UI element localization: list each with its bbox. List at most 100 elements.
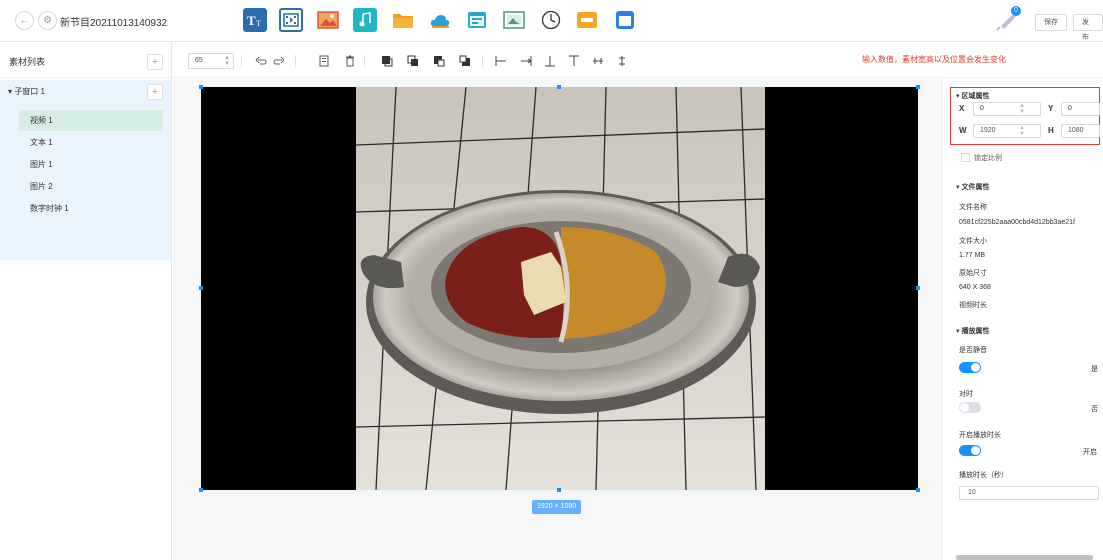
list-item[interactable]: 文本 1 bbox=[24, 132, 162, 153]
add-video-tool[interactable] bbox=[279, 8, 303, 32]
align-top-button[interactable] bbox=[566, 53, 582, 69]
clock-icon bbox=[541, 10, 561, 30]
add-audio-tool[interactable] bbox=[353, 8, 377, 32]
material-list-panel: 素材列表 + ▾ 子窗口 1 + 视频 1 文本 1 图片 1 图片 2 数字时… bbox=[0, 42, 172, 560]
align-center-v-button[interactable] bbox=[590, 53, 606, 69]
spinner-icon[interactable]: ▲ ▼ bbox=[1019, 125, 1025, 137]
layer-back-icon bbox=[459, 55, 470, 66]
resize-handle[interactable] bbox=[916, 85, 920, 89]
cloud-icon bbox=[430, 15, 450, 28]
notification-badge: 0 bbox=[1011, 6, 1021, 16]
undo-button[interactable] bbox=[253, 53, 269, 69]
gallery-icon bbox=[503, 11, 525, 29]
add-weather-tool[interactable] bbox=[428, 8, 452, 32]
add-to-window-button[interactable]: + bbox=[147, 84, 163, 100]
settings-button[interactable]: ⚙ bbox=[38, 11, 57, 30]
video-preview[interactable] bbox=[355, 86, 766, 491]
program-title: 新节目20211013140932 bbox=[60, 18, 168, 29]
svg-text:T: T bbox=[247, 13, 256, 27]
add-webpage-tool[interactable] bbox=[465, 8, 489, 32]
w-input[interactable]: 1920 bbox=[973, 124, 1041, 138]
lock-ratio-checkbox[interactable] bbox=[961, 153, 970, 162]
duration-value: 10 bbox=[968, 489, 976, 496]
marquee-icon bbox=[577, 12, 597, 28]
window-node[interactable]: ▾ 子窗口 1 bbox=[8, 86, 45, 97]
trash-icon bbox=[346, 55, 354, 67]
list-item[interactable]: 图片 1 bbox=[24, 154, 162, 175]
mute-toggle[interactable] bbox=[959, 362, 981, 373]
file-name-value: 0581cf225b2aaa00cbd4d12bb3ae21f bbox=[959, 219, 1076, 226]
x-value: 0 bbox=[980, 105, 984, 112]
add-marquee-tool[interactable] bbox=[575, 8, 599, 32]
material-list-title: 素材列表 bbox=[9, 57, 46, 67]
resize-handle[interactable] bbox=[199, 488, 203, 492]
spinner-icon[interactable]: ▲ ▼ bbox=[224, 55, 230, 67]
add-material-button[interactable]: + bbox=[147, 54, 163, 70]
add-window-tool[interactable] bbox=[613, 8, 637, 32]
zoom-input[interactable]: 65 ▲ ▼ bbox=[188, 53, 234, 69]
toggle-knob bbox=[971, 446, 980, 455]
enable-duration-label: 开启播放时长 bbox=[959, 432, 1001, 439]
mute-label: 是否静音 bbox=[959, 347, 987, 354]
bring-forward-button[interactable] bbox=[405, 53, 421, 69]
align-left-button[interactable] bbox=[493, 53, 509, 69]
divider bbox=[295, 55, 296, 67]
copy-button[interactable] bbox=[316, 53, 332, 69]
sync-value: 否 bbox=[1091, 406, 1098, 413]
align-center-h-button[interactable] bbox=[614, 53, 630, 69]
webpage-icon bbox=[468, 12, 486, 28]
list-item[interactable]: 图片 2 bbox=[24, 176, 162, 197]
list-item[interactable]: 数字时钟 1 bbox=[24, 198, 162, 219]
w-value: 1920 bbox=[980, 127, 996, 134]
mute-value: 是 bbox=[1091, 366, 1098, 373]
y-input[interactable]: 0 bbox=[1061, 102, 1100, 116]
add-folder-tool[interactable] bbox=[391, 8, 415, 32]
video-duration-label: 视频时长 bbox=[959, 302, 987, 309]
resize-handle[interactable] bbox=[916, 488, 920, 492]
resize-handle[interactable] bbox=[199, 286, 203, 290]
add-clock-tool[interactable] bbox=[539, 8, 563, 32]
file-size-value: 1.77 MB bbox=[959, 252, 986, 259]
sync-toggle[interactable] bbox=[959, 402, 981, 413]
redo-button[interactable] bbox=[271, 53, 287, 69]
x-input[interactable]: 0 bbox=[973, 102, 1041, 116]
horizontal-scrollbar[interactable] bbox=[956, 555, 1093, 560]
align-right-button[interactable] bbox=[518, 53, 534, 69]
save-button[interactable]: 保存 bbox=[1035, 14, 1067, 31]
resize-handle[interactable] bbox=[199, 85, 203, 89]
resize-handle[interactable] bbox=[557, 488, 561, 492]
material-list-header: 素材列表 + bbox=[0, 42, 171, 78]
resize-handle[interactable] bbox=[916, 286, 920, 290]
align-top-icon bbox=[569, 55, 579, 66]
y-value: 0 bbox=[1068, 105, 1072, 112]
add-gallery-tool[interactable] bbox=[502, 8, 526, 32]
align-left-icon bbox=[495, 56, 506, 66]
delete-button[interactable] bbox=[342, 53, 358, 69]
list-item[interactable]: 视频 1 bbox=[19, 110, 163, 131]
add-image-tool[interactable] bbox=[316, 8, 340, 32]
align-hcenter-icon bbox=[619, 56, 625, 66]
file-size-label: 文件大小 bbox=[959, 238, 987, 245]
image-icon bbox=[317, 11, 339, 29]
align-bottom-icon bbox=[545, 56, 555, 67]
file-properties-title: ▾ 文件属性 bbox=[956, 184, 990, 191]
h-input[interactable]: 1080 bbox=[1061, 124, 1100, 138]
enable-duration-toggle[interactable] bbox=[959, 445, 981, 456]
duration-input[interactable]: 10 bbox=[959, 486, 1099, 500]
send-backward-button[interactable] bbox=[431, 53, 447, 69]
add-text-tool[interactable]: TT bbox=[243, 8, 267, 32]
h-value: 1080 bbox=[1068, 127, 1084, 134]
send-to-back-button[interactable] bbox=[457, 53, 473, 69]
enable-duration-value: 开启 bbox=[1083, 449, 1097, 456]
play-properties-title: ▾ 播放属性 bbox=[956, 328, 990, 335]
align-vcenter-icon bbox=[593, 58, 603, 64]
publish-button[interactable]: 发布 bbox=[1073, 14, 1103, 41]
area-properties-title: ▾ 区域属性 bbox=[956, 93, 990, 100]
bring-to-front-button[interactable] bbox=[379, 53, 395, 69]
toggle-knob bbox=[960, 403, 969, 412]
resize-handle[interactable] bbox=[557, 85, 561, 89]
spinner-icon[interactable]: ▲ ▼ bbox=[1019, 103, 1025, 115]
align-bottom-button[interactable] bbox=[542, 53, 558, 69]
back-button[interactable]: ← bbox=[15, 11, 34, 30]
toggle-knob bbox=[971, 363, 980, 372]
